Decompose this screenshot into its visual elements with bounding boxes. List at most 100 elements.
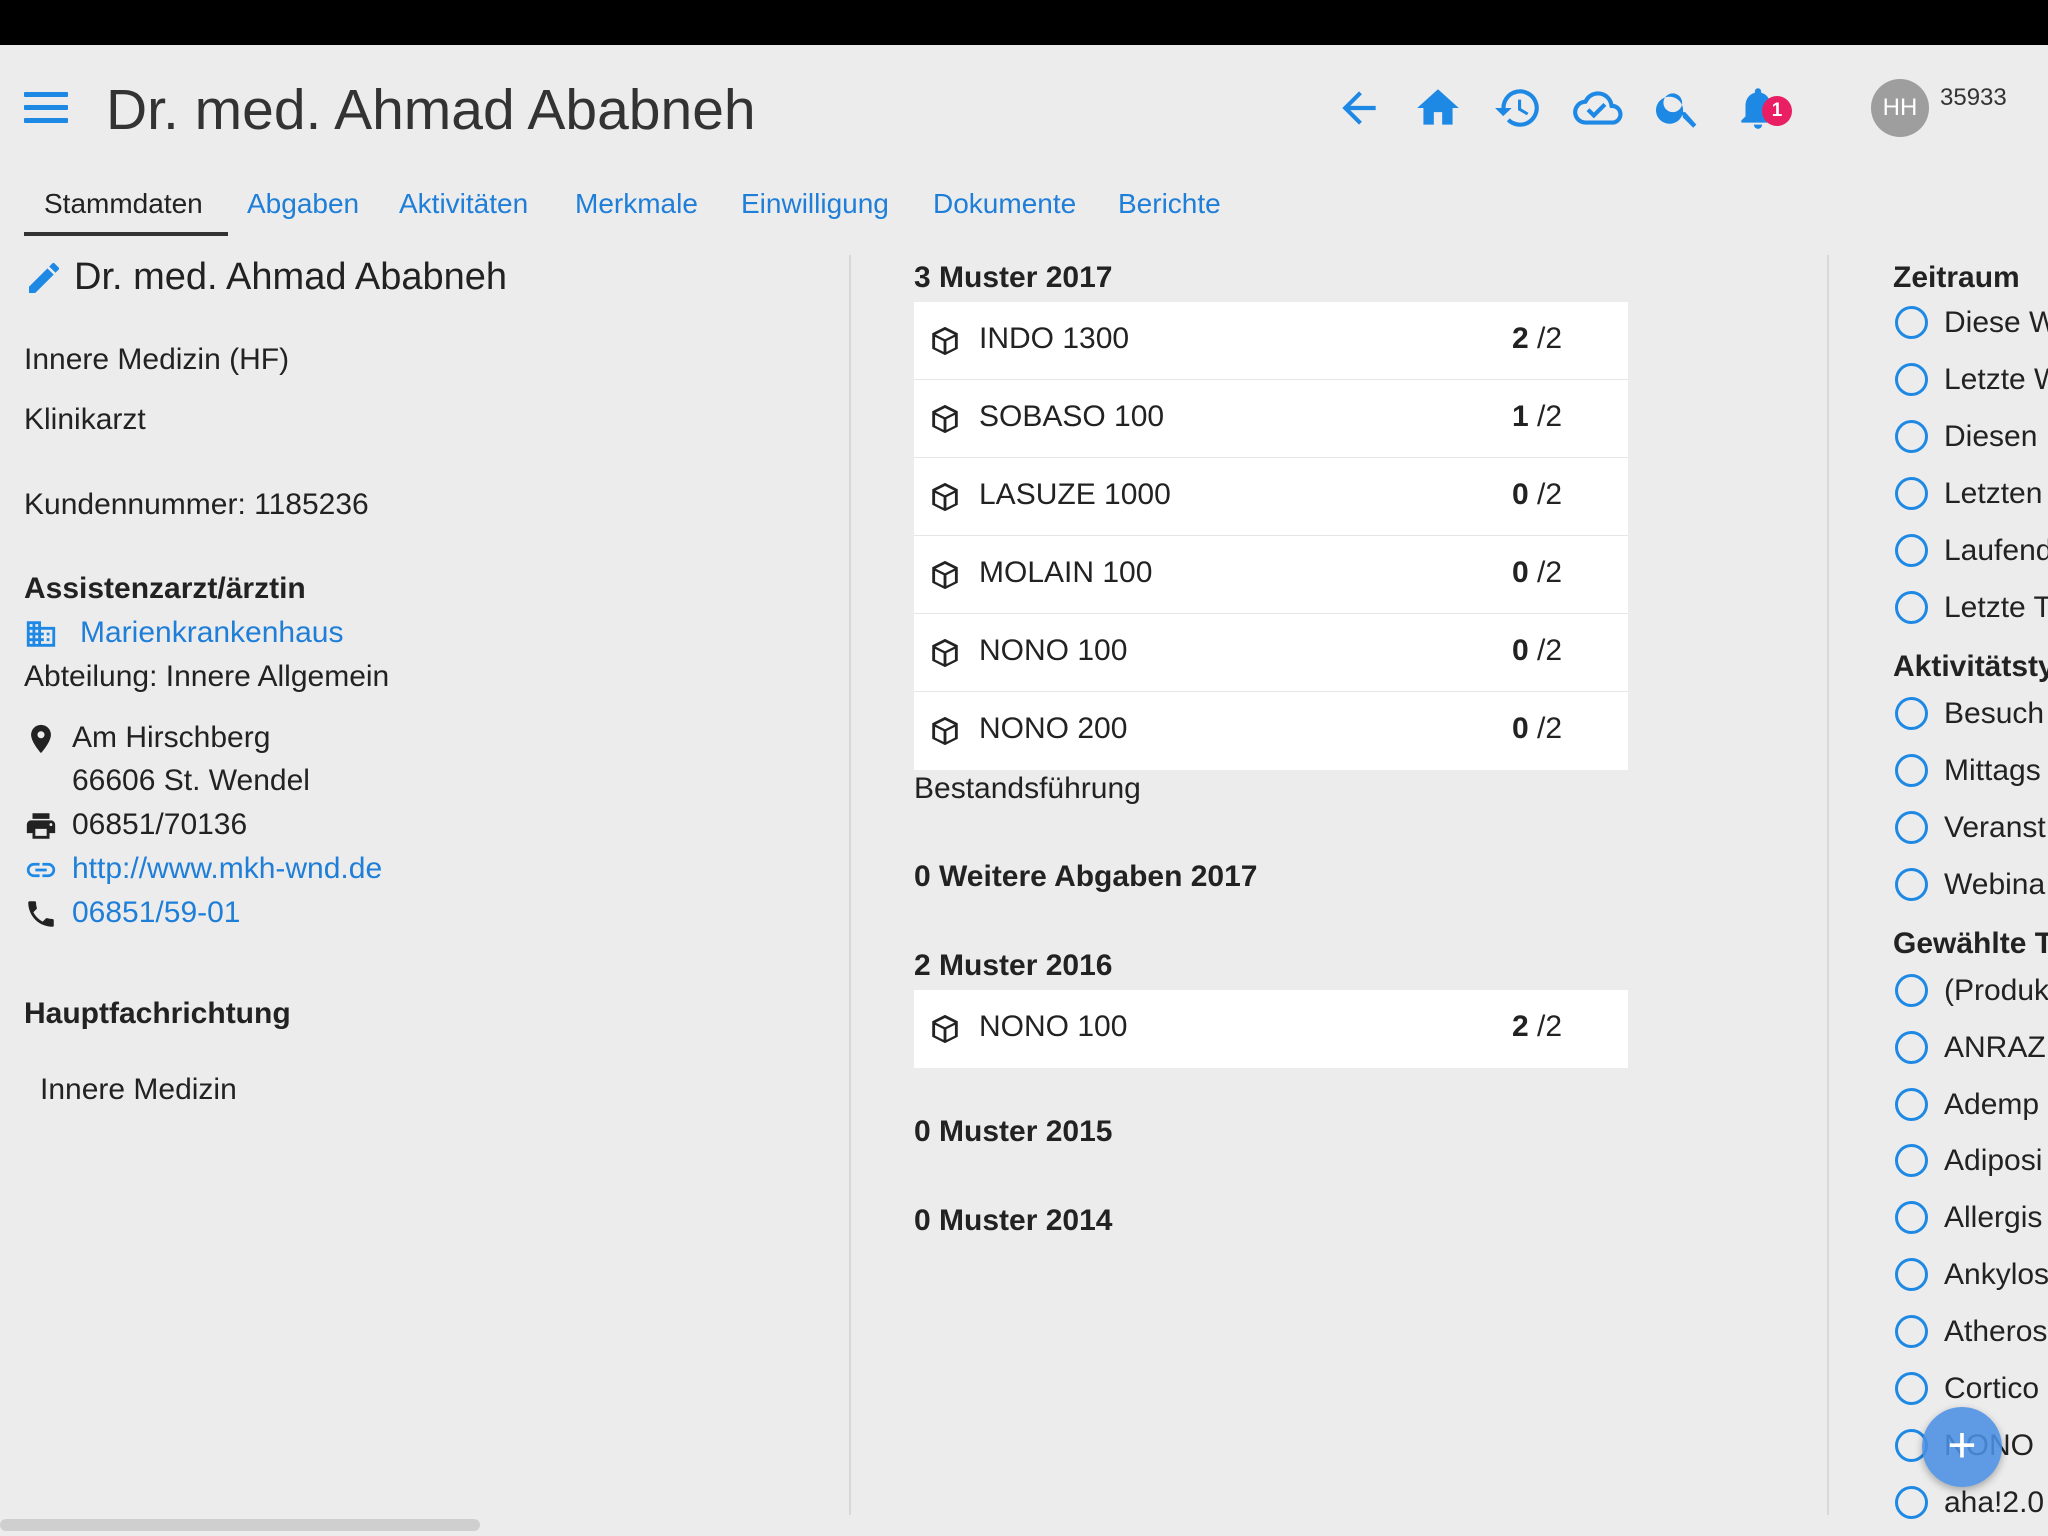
radio-button[interactable] — [1895, 974, 1928, 1007]
inventory-link[interactable]: Bestandsführung — [914, 772, 1141, 806]
tab-dokumente[interactable]: Dokumente — [933, 188, 1076, 220]
doctor-name: Dr. med. Ahmad Ababneh — [74, 256, 508, 298]
tab-abgaben[interactable]: Abgaben — [247, 188, 359, 220]
list-item[interactable]: SOBASO 100 1 /2 — [914, 380, 1628, 458]
list-item[interactable]: LASUZE 1000 0 /2 — [914, 458, 1628, 536]
sample-name: MOLAIN 100 — [979, 556, 1153, 589]
radio-option[interactable]: Letzte W — [1890, 361, 2048, 401]
tab-merkmale[interactable]: Merkmale — [575, 188, 698, 220]
box-icon — [928, 558, 962, 592]
cloud-check-icon[interactable] — [1573, 83, 1623, 133]
radio-option[interactable]: Diesen — [1890, 418, 2048, 458]
box-icon — [928, 402, 962, 436]
sample-name: LASUZE 1000 — [979, 478, 1171, 511]
search-icon[interactable] — [1653, 83, 1703, 133]
pencil-icon[interactable] — [24, 258, 64, 298]
radio-button[interactable] — [1895, 1144, 1928, 1177]
horizontal-scrollbar[interactable] — [0, 1519, 480, 1531]
list-item[interactable]: INDO 1300 2 /2 — [914, 302, 1628, 380]
radio-button[interactable] — [1895, 1031, 1928, 1064]
avatar[interactable]: HH — [1871, 79, 1929, 137]
box-icon — [928, 324, 962, 358]
tab-berichte[interactable]: Berichte — [1118, 188, 1221, 220]
radio-option[interactable]: Ankylos — [1890, 1256, 2048, 1296]
radio-option[interactable]: Diese W — [1890, 304, 2048, 344]
radio-label: Ankylos — [1944, 1258, 2048, 1291]
radio-option[interactable]: Webina — [1890, 866, 2048, 906]
tab-stammdaten[interactable]: Stammdaten — [44, 188, 203, 220]
radio-button[interactable] — [1895, 363, 1928, 396]
samples-2015-heading: 0 Muster 2015 — [914, 1115, 1113, 1148]
radio-label: Letzte T — [1944, 591, 2048, 624]
radio-option[interactable]: Atheros — [1890, 1313, 2048, 1353]
radio-option[interactable]: Ademp — [1890, 1086, 2048, 1126]
tab-einwilligung[interactable]: Einwilligung — [741, 188, 889, 220]
sample-count: 1 /2 — [1512, 400, 1563, 433]
radio-button[interactable] — [1895, 1088, 1928, 1121]
radio-label: ANRAZ — [1944, 1031, 2046, 1064]
radio-button[interactable] — [1895, 754, 1928, 787]
tab-aktivitaeten[interactable]: Aktivitäten — [399, 188, 528, 220]
radio-option[interactable]: aha!2.0 — [1890, 1484, 2048, 1524]
position-heading: Assistenzarzt/ärztin — [24, 572, 306, 605]
radio-button[interactable] — [1895, 420, 1928, 453]
sample-count: 0 /2 — [1512, 634, 1563, 667]
radio-button[interactable] — [1895, 811, 1928, 844]
specialty-text: Innere Medizin (HF) — [24, 343, 290, 376]
box-icon — [928, 714, 962, 748]
website-link[interactable]: http://www.mkh-wnd.de — [72, 852, 382, 886]
radio-button[interactable] — [1895, 1315, 1928, 1348]
radio-button[interactable] — [1895, 1486, 1928, 1519]
radio-option[interactable]: Letzte T — [1890, 589, 2048, 629]
radio-button[interactable] — [1895, 1372, 1928, 1405]
history-icon[interactable] — [1493, 83, 1543, 133]
radio-option[interactable]: Letzten — [1890, 475, 2048, 515]
column-divider — [1827, 255, 1829, 1515]
radio-button[interactable] — [1895, 1258, 1928, 1291]
street-text: Am Hirschberg — [72, 721, 271, 754]
radio-option[interactable]: Besuch — [1890, 695, 2048, 735]
radio-option[interactable]: Veranst — [1890, 809, 2048, 849]
radio-option[interactable]: Cortico — [1890, 1370, 2048, 1410]
home-icon[interactable] — [1413, 83, 1463, 133]
list-item[interactable]: MOLAIN 100 0 /2 — [914, 536, 1628, 614]
radio-option[interactable]: Laufend — [1890, 532, 2048, 572]
sample-count: 0 /2 — [1512, 556, 1563, 589]
role-text: Klinikarzt — [24, 403, 146, 436]
plus-icon: + — [1947, 1417, 1977, 1473]
radio-button[interactable] — [1895, 868, 1928, 901]
phone-icon — [24, 897, 58, 931]
radio-label: Besuch — [1944, 697, 2045, 730]
radio-button[interactable] — [1895, 591, 1928, 624]
list-item[interactable]: NONO 100 0 /2 — [914, 614, 1628, 692]
page-title: Dr. med. Ahmad Ababneh — [106, 78, 756, 142]
radio-option[interactable]: ANRAZ — [1890, 1029, 2048, 1069]
menu-button[interactable] — [24, 92, 68, 126]
radio-button[interactable] — [1895, 697, 1928, 730]
add-fab-button[interactable]: + — [1922, 1407, 2002, 1487]
samples-2017-heading: 3 Muster 2017 — [914, 261, 1113, 294]
app-header: Dr. med. Ahmad Ababneh 1 HH 35933 — [0, 45, 2048, 175]
back-arrow-icon[interactable] — [1334, 83, 1384, 133]
radio-label: Adiposi — [1944, 1144, 2043, 1177]
column-divider — [849, 255, 851, 1515]
radio-button[interactable] — [1895, 534, 1928, 567]
samples-2017-list: INDO 1300 2 /2 SOBASO 100 1 /2 LASUZE 10… — [914, 302, 1628, 770]
radio-option[interactable]: Mittags — [1890, 752, 2048, 792]
radio-option[interactable]: (Produk — [1890, 972, 2048, 1012]
main-specialty-heading: Hauptfachrichtung — [24, 997, 291, 1030]
radio-option[interactable]: Allergis — [1890, 1199, 2048, 1239]
radio-button[interactable] — [1895, 1201, 1928, 1234]
radio-label: Diesen — [1944, 420, 2038, 453]
customer-number: Kundennummer: 1185236 — [24, 488, 369, 521]
radio-button[interactable] — [1895, 306, 1928, 339]
list-item[interactable]: NONO 100 2 /2 — [914, 990, 1628, 1068]
phone-link[interactable]: 06851/59-01 — [72, 896, 241, 930]
radio-button[interactable] — [1895, 477, 1928, 510]
zeitraum-heading: Zeitraum — [1893, 261, 2020, 294]
radio-option[interactable]: Adiposi — [1890, 1142, 2048, 1182]
hospital-link[interactable]: Marienkrankenhaus — [80, 616, 343, 650]
radio-label: Ademp — [1944, 1088, 2040, 1121]
list-item[interactable]: NONO 200 0 /2 — [914, 692, 1628, 770]
radio-label: Letzte W — [1944, 363, 2048, 396]
